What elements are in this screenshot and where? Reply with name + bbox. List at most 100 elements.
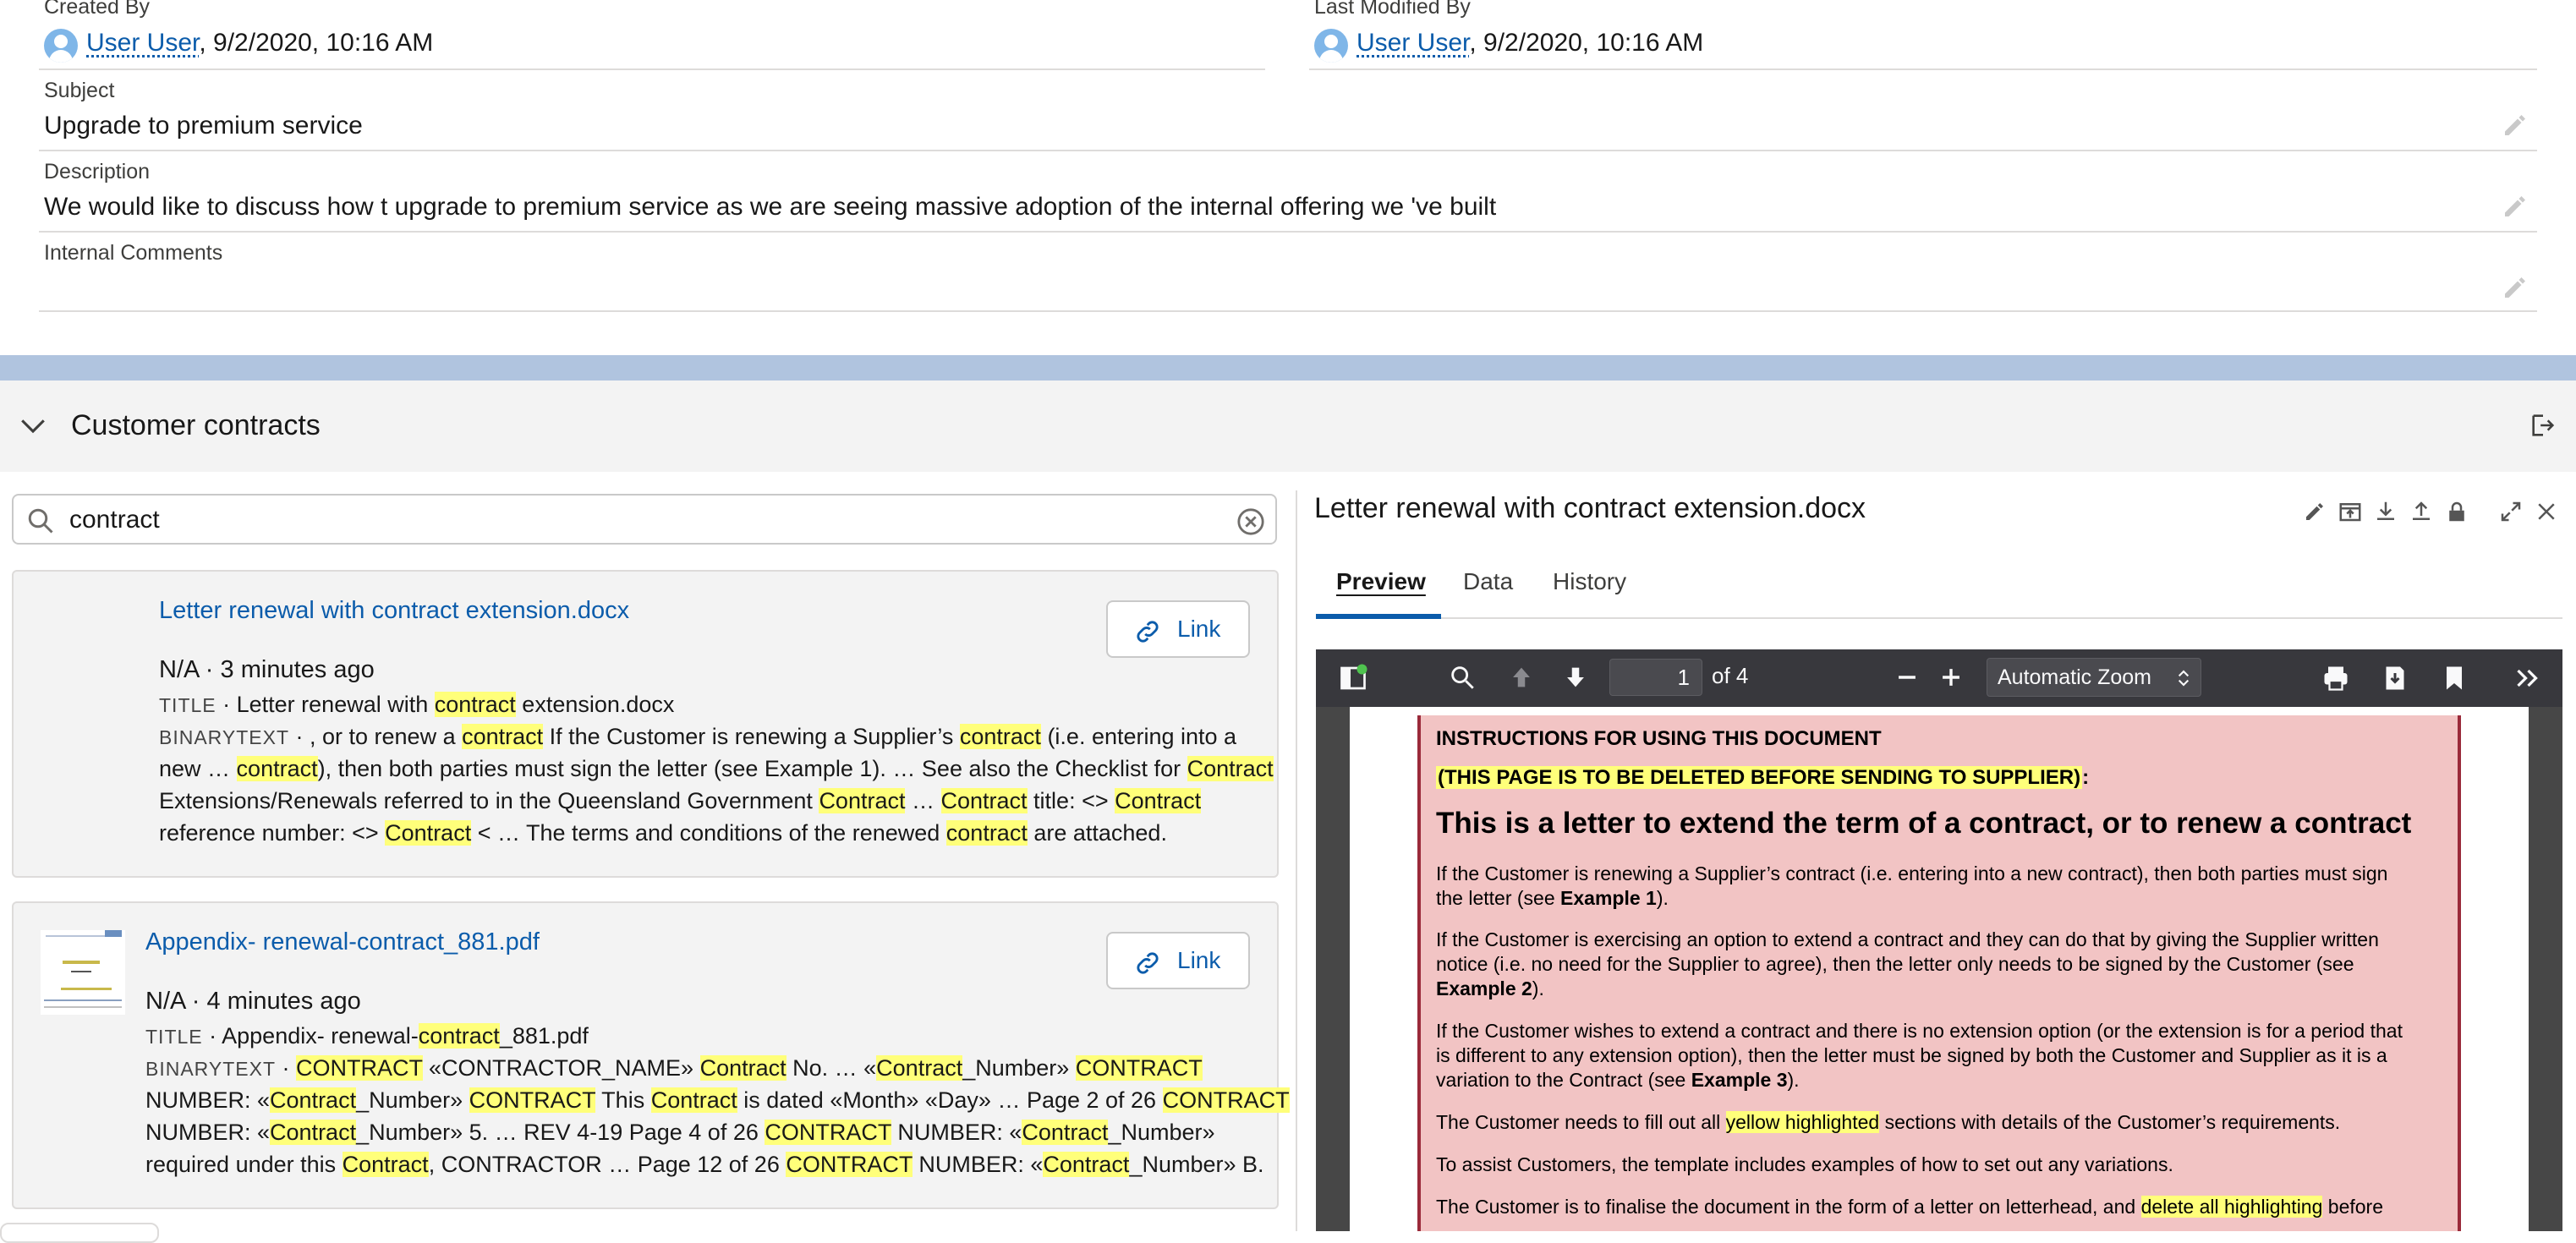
- result-title-field: TITLE · Appendix- renewal-contract_881.p…: [145, 1023, 589, 1049]
- text-span: are attached.: [1027, 820, 1167, 846]
- last-modified-date: , 9/2/2020, 10:16 AM: [1469, 29, 1704, 57]
- highlight: CONTRACT: [296, 1055, 423, 1081]
- chevron-down-icon[interactable]: [19, 411, 47, 440]
- doc-line: To assist Customers, the template includ…: [1436, 1153, 2173, 1175]
- doc-line: The Customer is to finalise the document…: [1436, 1196, 2383, 1218]
- search-input[interactable]: [68, 502, 1221, 538]
- highlight: contract: [418, 1023, 500, 1049]
- open-in-new-icon[interactable]: [2338, 499, 2363, 524]
- result-card[interactable]: Letter renewal with contract extension.d…: [12, 570, 1279, 878]
- expand-icon[interactable]: [2498, 499, 2524, 524]
- zoom-out-icon[interactable]: [1893, 663, 1921, 692]
- field-tag: TITLE: [159, 694, 216, 716]
- next-page-icon[interactable]: [1561, 663, 1590, 692]
- save-icon[interactable]: [2380, 663, 2410, 693]
- lock-icon[interactable]: [2444, 499, 2469, 524]
- highlight: Contract: [876, 1055, 963, 1081]
- divider: [39, 231, 2537, 233]
- doc-line: notice (i.e. no need for the Supplier to…: [1436, 953, 2354, 975]
- result-card[interactable]: Appendix- renewal-contract_881.pdf Link …: [12, 901, 1290, 1209]
- pdf-page: INSTRUCTIONS FOR USING THIS DOCUMENT (TH…: [1350, 707, 2529, 1231]
- highlight: Contract: [1115, 788, 1202, 813]
- scrollbar-handle[interactable]: [0, 1223, 159, 1243]
- pdf-viewer[interactable]: 1 of 4 Automatic Zoom INSTRUCTIONS FOR U…: [1316, 649, 2562, 1231]
- link-icon: [1137, 952, 1159, 974]
- search-box[interactable]: [12, 494, 1277, 545]
- text-span: …: [905, 788, 941, 813]
- doc-text: ).: [1656, 887, 1669, 909]
- text-span: If the Customer is renewing a Supplier’s: [543, 724, 960, 749]
- zoom-value: Automatic Zoom: [1998, 665, 2152, 689]
- text-span: Letter renewal with: [236, 692, 435, 717]
- pop-out-icon[interactable]: [2529, 411, 2557, 440]
- page-number-input[interactable]: 1: [1609, 659, 1702, 696]
- close-icon[interactable]: [2534, 499, 2559, 524]
- doc-title: This is a letter to extend the term of a…: [1436, 807, 2412, 840]
- preview-title: Letter renewal with contract extension.d…: [1314, 492, 1866, 524]
- previous-page-icon[interactable]: [1507, 663, 1536, 692]
- result-meta: N/A · 4 minutes ago: [145, 988, 361, 1015]
- result-owner: N/A: [159, 656, 199, 683]
- edit-comments-pencil-icon[interactable]: [2500, 272, 2530, 303]
- divider: [39, 310, 2537, 312]
- link-button-label: Link: [1177, 947, 1221, 973]
- doc-bold: Example 1: [1560, 887, 1657, 909]
- pdf-toolbar: 1 of 4 Automatic Zoom: [1316, 649, 2562, 707]
- last-modified-user-link[interactable]: User User: [1357, 29, 1469, 57]
- doc-highlight: (THIS PAGE IS TO BE DELETED BEFORE SENDI…: [1436, 766, 2083, 789]
- doc-line: If the Customer is renewing a Supplier’s…: [1436, 862, 2388, 884]
- print-icon[interactable]: [2321, 663, 2351, 693]
- created-by-label: Created By: [44, 0, 151, 19]
- doc-line: variation to the Contract (see Example 3…: [1436, 1069, 1800, 1092]
- link-icon: [1137, 621, 1159, 643]
- find-icon[interactable]: [1448, 663, 1477, 692]
- edit-icon[interactable]: [2302, 499, 2327, 524]
- clear-search-icon[interactable]: [1236, 507, 1265, 536]
- avatar[interactable]: [1314, 29, 1348, 63]
- result-time: 3 minutes ago: [220, 656, 375, 683]
- doc-line: the letter (see Example 1).: [1436, 887, 1669, 910]
- description-value: We would like to discuss how t upgrade t…: [44, 193, 1497, 221]
- created-by-user-link[interactable]: User User: [86, 29, 199, 57]
- created-by-value: User User, 9/2/2020, 10:16 AM: [86, 29, 433, 57]
- subject-label: Subject: [44, 79, 115, 102]
- zoom-in-icon[interactable]: [1937, 663, 1965, 692]
- link-button[interactable]: Link: [1106, 932, 1250, 989]
- text-span: NUMBER: «: [912, 1152, 1044, 1177]
- result-bin-line-3: Extensions/Renewals referred to in the Q…: [159, 785, 1202, 817]
- tab-history[interactable]: History: [1553, 568, 1626, 595]
- doc-text: before: [2322, 1196, 2383, 1218]
- doc-text: sections with details of the Customer’s …: [1879, 1111, 2341, 1133]
- avatar[interactable]: [44, 29, 78, 63]
- highlight: CONTRACT: [469, 1087, 596, 1113]
- result-title-link[interactable]: Appendix- renewal-contract_881.pdf: [145, 928, 540, 956]
- text-span: _Number» 5. … REV 4-19 Page 4 of 26: [356, 1120, 765, 1145]
- sidebar-toggle-icon[interactable]: [1338, 663, 1368, 693]
- field-tag: BINARYTEXT: [145, 1058, 276, 1080]
- upload-icon[interactable]: [2409, 499, 2434, 524]
- zoom-select[interactable]: Automatic Zoom: [1987, 658, 2201, 697]
- link-button[interactable]: Link: [1106, 600, 1250, 658]
- tab-data[interactable]: Data: [1463, 568, 1513, 595]
- created-by-date: , 9/2/2020, 10:16 AM: [199, 29, 434, 57]
- result-time: 4 minutes ago: [206, 988, 361, 1015]
- pdf-thumbnail[interactable]: [41, 930, 125, 1015]
- highlight: Contract: [1187, 756, 1274, 781]
- panel-divider: [1296, 490, 1297, 1231]
- tab-preview[interactable]: Preview: [1336, 568, 1426, 595]
- highlight: Contract: [270, 1120, 357, 1145]
- last-modified-value: User User, 9/2/2020, 10:16 AM: [1357, 29, 1703, 57]
- result-title-link[interactable]: Letter renewal with contract extension.d…: [159, 597, 629, 625]
- edit-subject-pencil-icon[interactable]: [2500, 110, 2530, 140]
- doc-text: The Customer needs to fill out all: [1436, 1111, 1726, 1133]
- highlight: Contract: [699, 1055, 787, 1081]
- download-icon[interactable]: [2373, 499, 2398, 524]
- highlight: CONTRACT: [786, 1152, 913, 1177]
- tools-menu-icon[interactable]: [2512, 663, 2542, 693]
- doc-line: is different to any extension option), t…: [1436, 1044, 2387, 1066]
- divider: [39, 68, 1265, 70]
- bookmark-icon[interactable]: [2439, 663, 2469, 693]
- highlight: Contract: [940, 788, 1028, 813]
- edit-description-pencil-icon[interactable]: [2500, 191, 2530, 222]
- field-tag: BINARYTEXT: [159, 726, 289, 748]
